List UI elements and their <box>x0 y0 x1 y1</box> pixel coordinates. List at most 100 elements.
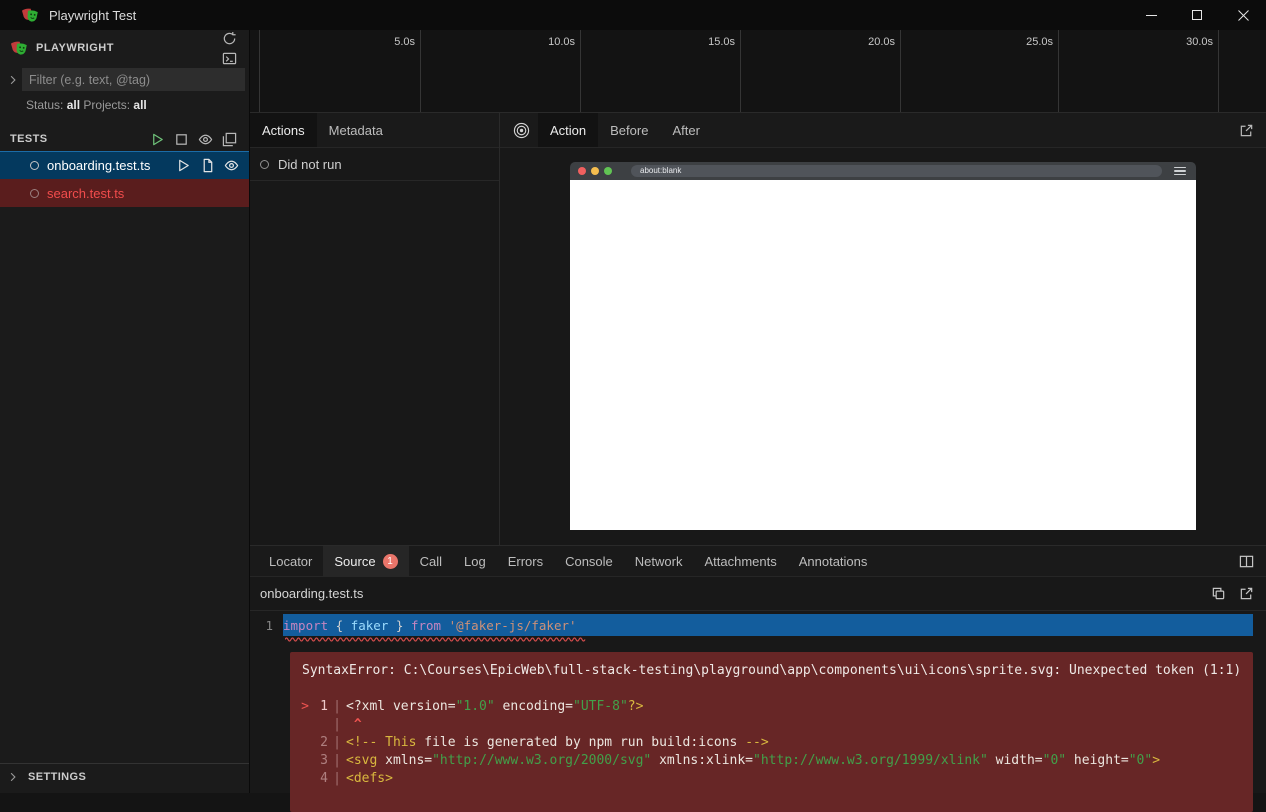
address-bar: about:blank <box>631 165 1162 177</box>
source-file-name: onboarding.test.ts <box>260 586 363 601</box>
window-controls <box>1128 0 1266 30</box>
tab-source[interactable]: Source1 <box>323 546 408 576</box>
tab-label: Metadata <box>329 123 383 138</box>
close-button[interactable] <box>1220 0 1266 30</box>
code-token: { <box>328 618 351 633</box>
code-token: '@faker-js/faker' <box>449 618 577 633</box>
error-frame-line: 4|<defs> <box>296 770 1241 788</box>
syntax-error-box: SyntaxError: C:\Courses\EpicWeb\full-sta… <box>290 652 1253 812</box>
collapse-all-icon[interactable] <box>219 129 239 149</box>
tab-action[interactable]: Action <box>538 113 598 147</box>
projects-value[interactable]: all <box>133 98 146 112</box>
status-circle-icon <box>260 160 269 169</box>
hamburger-icon <box>1174 165 1186 178</box>
error-title: SyntaxError: C:\Courses\EpicWeb\full-sta… <box>296 662 1241 680</box>
test-file-search.test.ts[interactable]: search.test.ts <box>0 179 249 207</box>
tab-label: After <box>672 123 699 138</box>
traffic-light-icon <box>578 167 586 175</box>
pick-locator-button[interactable] <box>504 113 538 147</box>
refresh-icon[interactable] <box>219 28 239 48</box>
status-label: Status: <box>26 98 63 112</box>
tab-metadata[interactable]: Metadata <box>317 113 395 147</box>
external-link-icon[interactable] <box>1236 584 1256 604</box>
code-token: width= <box>988 753 1043 768</box>
source-icon[interactable] <box>197 156 217 176</box>
playwright-masks-icon <box>10 39 28 57</box>
tab-label: Log <box>464 554 486 569</box>
code-token: encoding= <box>495 699 573 714</box>
minimize-button[interactable] <box>1128 0 1174 30</box>
filter-input[interactable] <box>22 68 245 91</box>
code-token: <!-- <box>346 735 385 750</box>
tab-attachments[interactable]: Attachments <box>693 546 787 576</box>
stop-icon[interactable] <box>171 129 191 149</box>
title-bar: Playwright Test <box>0 0 1266 30</box>
test-file-onboarding.test.ts[interactable]: onboarding.test.ts <box>0 151 249 179</box>
tab-label: Before <box>610 123 648 138</box>
bottom-panel: LocatorSource1Call Log ErrorsConsoleNetwor… <box>250 545 1266 793</box>
tab-actions[interactable]: Actions <box>250 113 317 147</box>
tab-network[interactable]: Network <box>624 546 694 576</box>
timeline-gridline <box>580 30 581 112</box>
tab-locator[interactable]: Locator <box>258 546 323 576</box>
tab-annotations[interactable]: Annotations <box>788 546 879 576</box>
timeline-tick-label: 5.0s <box>394 36 420 48</box>
tab-after[interactable]: After <box>660 113 711 147</box>
code-token: This <box>385 735 416 750</box>
tab-call[interactable]: Call <box>409 546 453 576</box>
terminal-icon[interactable] <box>219 48 239 68</box>
window-title: Playwright Test <box>49 8 136 23</box>
tab-label: Annotations <box>799 554 868 569</box>
run-all-icon[interactable] <box>147 129 167 149</box>
test-file-name: search.test.ts <box>47 186 124 201</box>
main-area: 5.0s10.0s15.0s20.0s25.0s30.0s ActionsMet… <box>250 30 1266 793</box>
copy-icon[interactable] <box>1208 584 1228 604</box>
browser-chrome: about:blank <box>570 162 1196 180</box>
tab-label: Actions <box>262 123 305 138</box>
did-not-run-label: Did not run <box>278 157 342 172</box>
tests-header: TESTS <box>0 127 249 151</box>
tab-label: Action <box>550 123 586 138</box>
error-frame-line: 3|<svg xmlns="http://www.w3.org/2000/svg… <box>296 752 1241 770</box>
code-token: "UTF-8" <box>573 699 628 714</box>
code-token: ?> <box>628 699 644 714</box>
run-icon[interactable] <box>173 156 193 176</box>
tests-header-title: TESTS <box>10 133 47 145</box>
timeline-gridline <box>1218 30 1219 112</box>
timeline-tick-label: 30.0s <box>1186 36 1218 48</box>
source-file-bar: onboarding.test.ts <box>250 577 1266 611</box>
error-frame-line: 2|<!-- This file is generated by npm run… <box>296 734 1241 752</box>
watch-all-icon[interactable] <box>195 129 215 149</box>
split-view-button[interactable] <box>1236 551 1256 571</box>
timeline[interactable]: 5.0s10.0s15.0s20.0s25.0s30.0s <box>250 30 1266 113</box>
tab-console[interactable]: Console <box>554 546 624 576</box>
chevron-right-icon <box>4 772 22 782</box>
code-token: xmlns:xlink= <box>651 753 753 768</box>
error-squiggle <box>285 636 1266 642</box>
watch-icon[interactable] <box>221 156 241 176</box>
browser-snapshot: about:blank <box>570 162 1196 530</box>
settings-title: SETTINGS <box>28 771 86 783</box>
code-token: xmlns= <box>377 753 432 768</box>
tab-errors[interactable]: Errors <box>497 546 554 576</box>
projects-label: Projects: <box>83 98 130 112</box>
code-token: "0" <box>1129 753 1152 768</box>
test-list: onboarding.test.ts search.test.ts <box>0 151 249 207</box>
maximize-button[interactable] <box>1174 0 1220 30</box>
code-token: "http://www.w3.org/2000/svg" <box>432 753 651 768</box>
source-code-line[interactable]: 1 import { faker } from '@faker-js/faker… <box>250 614 1266 636</box>
code-token: <?xml version= <box>346 699 456 714</box>
tab-before[interactable]: Before <box>598 113 660 147</box>
timeline-gridline <box>740 30 741 112</box>
timeline-tick-label: 20.0s <box>868 36 900 48</box>
chevron-right-icon[interactable] <box>4 75 22 85</box>
playwright-masks-icon <box>21 6 39 24</box>
settings-section[interactable]: SETTINGS <box>0 763 249 790</box>
status-value[interactable]: all <box>67 98 80 112</box>
popout-snapshot-button[interactable] <box>1236 120 1256 140</box>
tab-label: Attachments <box>704 554 776 569</box>
timeline-gridline <box>420 30 421 112</box>
code-token: > <box>1152 753 1160 768</box>
tab-log[interactable]: Log <box>453 546 497 576</box>
code-token: "http://www.w3.org/1999/xlink" <box>753 753 988 768</box>
